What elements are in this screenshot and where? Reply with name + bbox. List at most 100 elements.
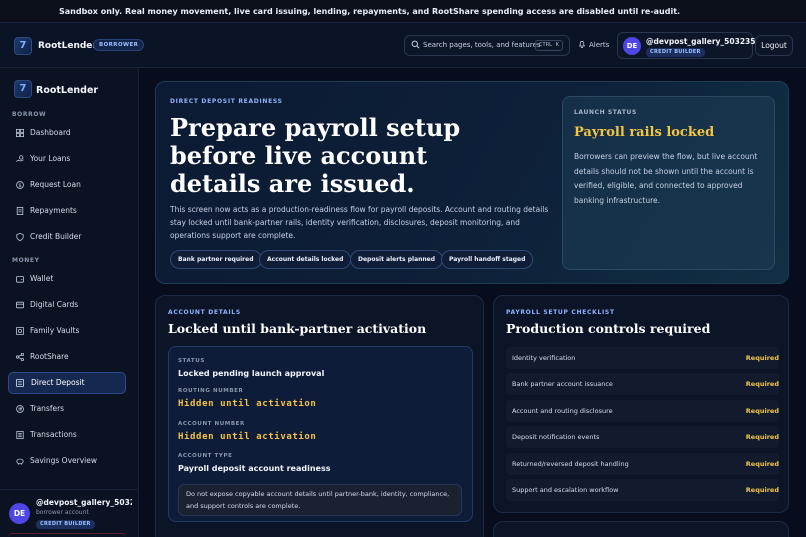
sidebar-username: @devpost_gallery_50323... [36, 498, 132, 507]
sidebar-item-label: Your Loans [30, 154, 71, 163]
bell-icon [578, 41, 586, 49]
required-badge: Required [745, 380, 779, 388]
account-title: Locked until bank-partner activation [168, 321, 427, 336]
security-note: Do not expose copyable account details u… [178, 484, 462, 516]
hero-eyebrow: DIRECT DEPOSIT READINESS [170, 98, 283, 105]
required-badge: Required [745, 433, 779, 441]
sidebar-item-label: Transfers [30, 404, 65, 413]
top-brand[interactable]: RootLender [38, 41, 97, 51]
sidebar-brand[interactable]: RootLender [36, 85, 98, 96]
tag-account-locked: Account details locked [259, 250, 352, 269]
sidebar-item-label: Transactions [30, 430, 77, 439]
field-value-status: Locked pending launch approval [178, 369, 325, 378]
sidebar-item-label: Direct Deposit [31, 378, 85, 387]
sidebar-item-wallet[interactable]: Wallet [8, 268, 126, 290]
username: @devpost_gallery_50323569 [646, 37, 766, 46]
checklist-row: Deposit notification events Required [506, 426, 779, 448]
sidebar-item-transfers[interactable]: Transfers [8, 398, 126, 420]
card-icon [16, 301, 24, 309]
checklist-title: Production controls required [506, 321, 711, 336]
grid-icon [16, 129, 24, 137]
sidebar-item-label: Savings Overview [30, 456, 97, 465]
logo-icon[interactable]: 7 [14, 37, 32, 55]
field-label-account-number: ACCOUNT NUMBER [178, 421, 245, 427]
launch-status-headline: Payroll rails locked [574, 125, 715, 140]
piggy-icon [16, 458, 24, 465]
launch-status-label: LAUNCH STATUS [574, 109, 637, 116]
shield-icon [16, 233, 24, 241]
section-money: MONEY [12, 257, 40, 264]
field-label-status: STATUS [178, 358, 205, 364]
checklist-eyebrow: PAYROLL SETUP CHECKLIST [506, 309, 615, 316]
sidebar-item-credit-builder[interactable]: Credit Builder [8, 226, 126, 248]
avatar: DE [9, 503, 30, 524]
sidebar-user-card[interactable]: DE @devpost_gallery_50323... borrower ac… [0, 489, 139, 537]
wallet-icon [16, 276, 24, 283]
checklist-item-label: Returned/reversed deposit handling [512, 460, 629, 468]
tag-bank-partner: Bank partner required [170, 250, 262, 269]
checklist-item-label: Support and escalation workflow [512, 486, 619, 494]
receipt-icon [16, 207, 24, 215]
checklist-row: Bank partner account issuance Required [506, 373, 779, 395]
field-label-account-type: ACCOUNT TYPE [178, 453, 233, 459]
required-badge: Required [745, 407, 779, 415]
sidebar-item-label: RootShare [30, 352, 69, 361]
top-bar: 7 RootLender BORROWER Search pages, tool… [0, 23, 806, 68]
hand-coins-icon [16, 155, 24, 162]
alerts-label: Alerts [589, 41, 610, 49]
checklist-row: Returned/reversed deposit handling Requir… [506, 453, 779, 475]
required-badge: Required [745, 486, 779, 494]
sidebar-item-savings-overview[interactable]: Savings Overview [8, 450, 126, 472]
tag-deposit-alerts: Deposit alerts planned [350, 250, 444, 269]
list-icon [16, 431, 24, 439]
checklist-item-label: Account and routing disclosure [512, 407, 613, 415]
next-card-peek [493, 521, 789, 537]
sidebar-item-family-vaults[interactable]: Family Vaults [8, 320, 126, 342]
sidebar-item-label: Dashboard [30, 128, 71, 137]
sidebar-item-rootshare[interactable]: RootShare [8, 346, 126, 368]
account-eyebrow: ACCOUNT DETAILS [168, 309, 241, 316]
checklist-item-label: Bank partner account issuance [512, 380, 613, 388]
sidebar-item-transactions[interactable]: Transactions [8, 424, 126, 446]
svg-text:$: $ [18, 183, 21, 189]
sidebar-item-repayments[interactable]: Repayments [8, 200, 126, 222]
sidebar-item-dashboard[interactable]: Dashboard [8, 122, 126, 144]
tag-payroll-handoff: Payroll handoff staged [441, 250, 534, 269]
field-label-routing: ROUTING NUMBER [178, 388, 244, 394]
sidebar-item-digital-cards[interactable]: Digital Cards [8, 294, 126, 316]
search-box[interactable]: Search pages, tools, and features CTRL K [404, 35, 570, 56]
sidebar-item-label: Request Loan [30, 180, 81, 189]
sidebar-bottom-edge [8, 533, 126, 537]
checklist-row: Support and escalation workflow Required [506, 479, 779, 501]
sidebar-item-label: Digital Cards [30, 300, 79, 309]
page-title: Prepare payroll setup before live accoun… [170, 113, 461, 198]
sidebar-user-role: borrower account [36, 509, 89, 516]
sidebar-item-your-loans[interactable]: Your Loans [8, 148, 126, 170]
launch-status-body: Borrowers can preview the flow, but live… [574, 152, 758, 205]
sidebar-item-label: Credit Builder [30, 232, 82, 241]
share-icon [16, 353, 24, 361]
checklist-item-label: Identity verification [512, 354, 576, 362]
sidebar: 7 RootLender BORROW Dashboard Your Loans… [0, 68, 139, 537]
search-icon [411, 40, 420, 49]
sidebar-item-direct-deposit[interactable]: Direct Deposit [8, 372, 126, 394]
alerts-button[interactable]: Alerts [578, 35, 609, 56]
sidebar-item-request-loan[interactable]: $ Request Loan [8, 174, 126, 196]
required-badge: Required [745, 460, 779, 468]
credit-builder-badge: CREDIT BUILDER [36, 520, 95, 529]
logout-button[interactable]: Logout [755, 35, 793, 56]
checklist-row: Account and routing disclosure Required [506, 400, 779, 422]
sandbox-banner: Sandbox only. Real money movement, live … [0, 0, 806, 23]
deposit-icon [16, 379, 24, 387]
required-badge: Required [745, 354, 779, 362]
sidebar-logo-icon[interactable]: 7 [14, 80, 32, 98]
credit-builder-badge: CREDIT BUILDER [646, 48, 705, 57]
avatar: DE [623, 37, 641, 55]
user-menu[interactable]: DE @devpost_gallery_50323569 CREDIT BUIL… [617, 32, 766, 59]
field-value-account-type: Payroll deposit account readiness [178, 464, 331, 473]
sidebar-item-label: Wallet [30, 274, 54, 283]
checklist-item-label: Deposit notification events [512, 433, 600, 441]
field-value-routing: Hidden until activation [178, 399, 317, 409]
search-input[interactable]: Search pages, tools, and features [423, 36, 541, 55]
account-fields-panel: STATUS Locked pending launch approval RO… [168, 346, 473, 522]
